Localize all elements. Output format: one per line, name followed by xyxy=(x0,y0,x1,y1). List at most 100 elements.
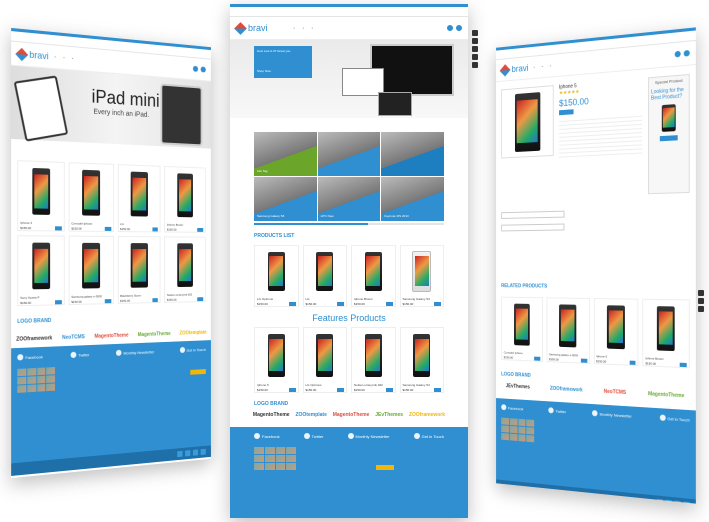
logo[interactable]: bravi xyxy=(15,47,49,61)
product-image[interactable] xyxy=(255,246,298,297)
rss-icon[interactable] xyxy=(200,448,206,455)
add-to-cart-button[interactable] xyxy=(534,356,541,361)
add-to-cart-button[interactable] xyxy=(680,362,687,368)
menu-item[interactable]: ▪ xyxy=(534,65,535,69)
product-image[interactable] xyxy=(352,246,395,297)
product-image[interactable] xyxy=(401,246,444,297)
add-to-cart-button[interactable] xyxy=(434,302,441,306)
product-image[interactable] xyxy=(352,328,395,383)
product-card[interactable]: Samsung galaxy s-3000 $150.00 xyxy=(68,235,114,306)
search-icon[interactable] xyxy=(447,25,453,31)
product-card[interactable]: Samsung galaxy s-3000 $150.00 xyxy=(546,297,590,364)
brand-logo[interactable]: ZOOframework xyxy=(409,412,445,418)
product-image[interactable] xyxy=(304,328,347,383)
tool-icon[interactable] xyxy=(472,62,478,68)
logo[interactable]: bravi xyxy=(499,63,528,77)
product-card[interactable]: Iphone Brown $150.00 xyxy=(351,245,396,307)
menu-item[interactable]: ▪ xyxy=(303,26,304,30)
product-card[interactable]: Iphone Brown $150.00 xyxy=(164,165,206,233)
tool-icon[interactable] xyxy=(698,290,704,296)
promo-button[interactable]: Shop Now xyxy=(257,69,309,73)
menu-item[interactable]: ▪ xyxy=(542,65,543,69)
tool-icon[interactable] xyxy=(472,30,478,36)
add-to-cart-button[interactable] xyxy=(337,302,344,306)
product-image[interactable] xyxy=(594,299,637,356)
google-icon[interactable] xyxy=(674,500,681,504)
tool-icon[interactable] xyxy=(472,46,478,52)
add-to-cart-button[interactable] xyxy=(152,227,159,232)
product-image[interactable] xyxy=(255,328,298,383)
product-card[interactable]: Samsung Galaxy S3 $150.00 xyxy=(399,327,444,393)
product-image[interactable] xyxy=(643,300,688,358)
product-card[interactable]: LG Optimus $150.00 xyxy=(254,245,299,307)
product-card[interactable]: Iphone 4 $150.00 xyxy=(17,160,65,232)
product-image[interactable] xyxy=(69,237,112,295)
image-tile[interactable]: Keynote iOS 2013 xyxy=(381,177,444,221)
brand-logo[interactable]: NeoTCMS xyxy=(604,389,626,396)
brand-logo[interactable]: JEvThemes xyxy=(506,383,530,390)
product-image[interactable] xyxy=(304,246,347,297)
brand-logo[interactable]: MagentoTheme xyxy=(138,331,171,338)
twitter-icon[interactable] xyxy=(177,450,183,458)
twitter-icon[interactable] xyxy=(656,498,663,504)
add-to-cart-button[interactable] xyxy=(55,226,62,231)
product-image[interactable] xyxy=(165,237,205,293)
product-card[interactable]: LG $150.00 xyxy=(117,164,161,233)
product-image[interactable] xyxy=(502,298,542,352)
menu-item[interactable]: ▪ xyxy=(72,56,73,60)
product-card[interactable]: Iphone 5 $150.00 xyxy=(254,327,299,393)
logo[interactable]: bravi xyxy=(234,21,268,35)
product-card[interactable]: Iphone 5 $150.00 xyxy=(593,298,639,367)
add-to-cart-button[interactable] xyxy=(152,298,159,303)
add-to-cart-button[interactable] xyxy=(337,388,344,392)
brand-logo[interactable]: ZOOframework xyxy=(16,335,52,343)
menu-item[interactable]: ▪ xyxy=(312,26,313,30)
rss-icon[interactable] xyxy=(683,501,690,504)
image-tile[interactable] xyxy=(381,132,444,176)
product-card[interactable]: Comodel Iphone $150.00 xyxy=(68,162,114,232)
brand-logo[interactable]: NeoTCMS xyxy=(62,334,85,341)
add-to-cart-button[interactable] xyxy=(288,302,296,306)
cart-icon[interactable] xyxy=(683,49,690,57)
product-card[interactable]: LG Optimus $150.00 xyxy=(302,327,347,393)
brand-logo[interactable]: ZOOtemplate xyxy=(295,412,326,418)
product-image[interactable] xyxy=(401,328,444,383)
product-image[interactable] xyxy=(18,161,63,221)
image-tile[interactable] xyxy=(317,132,381,176)
subscribe-button[interactable] xyxy=(376,465,394,470)
tool-icon[interactable] xyxy=(472,54,478,60)
brand-logo[interactable]: ZOOframework xyxy=(550,386,583,394)
facebook-icon[interactable] xyxy=(185,450,191,457)
brand-logo[interactable]: MagentoTheme xyxy=(94,333,128,340)
brand-logo[interactable]: MagentoTheme xyxy=(253,412,290,418)
product-image[interactable] xyxy=(118,237,160,294)
tool-icon[interactable] xyxy=(698,306,704,312)
product-image[interactable] xyxy=(165,167,205,223)
product-image[interactable] xyxy=(18,236,63,295)
product-card[interactable]: Sony Xperia P $150.00 xyxy=(17,235,65,307)
product-card[interactable]: Samsung Galaxy S3 $150.00 xyxy=(399,245,444,307)
menu-item[interactable]: ▪ xyxy=(55,55,56,59)
add-to-cart-button[interactable] xyxy=(55,300,62,305)
image-tile[interactable]: HTC New xyxy=(317,177,381,221)
product-image[interactable] xyxy=(547,298,589,354)
add-to-cart-button[interactable] xyxy=(580,358,587,363)
facebook-icon[interactable] xyxy=(665,499,672,504)
add-to-cart-button[interactable] xyxy=(629,360,636,365)
add-to-cart-button[interactable] xyxy=(288,388,296,392)
product-card[interactable]: LG $150.00 xyxy=(302,245,347,307)
brand-logo[interactable]: ZOOtemplate xyxy=(179,330,206,337)
menu-item[interactable]: ▪ xyxy=(63,55,64,59)
special-product-button[interactable] xyxy=(659,135,678,142)
image-tile[interactable]: Samsung Galaxy S5 xyxy=(254,177,317,221)
brand-logo[interactable]: MagentoTheme xyxy=(648,391,684,399)
menu-item[interactable]: ▪ xyxy=(550,64,551,68)
product-image[interactable] xyxy=(69,163,112,222)
add-to-cart-button[interactable] xyxy=(197,227,204,232)
add-to-cart-button[interactable] xyxy=(197,297,204,302)
product-card[interactable]: Nokia Lumia pink 920 $150.00 xyxy=(351,327,396,393)
add-to-cart-button[interactable] xyxy=(104,226,111,231)
search-icon[interactable] xyxy=(192,65,199,72)
search-icon[interactable] xyxy=(674,50,681,58)
add-to-cart-button[interactable] xyxy=(385,388,393,392)
